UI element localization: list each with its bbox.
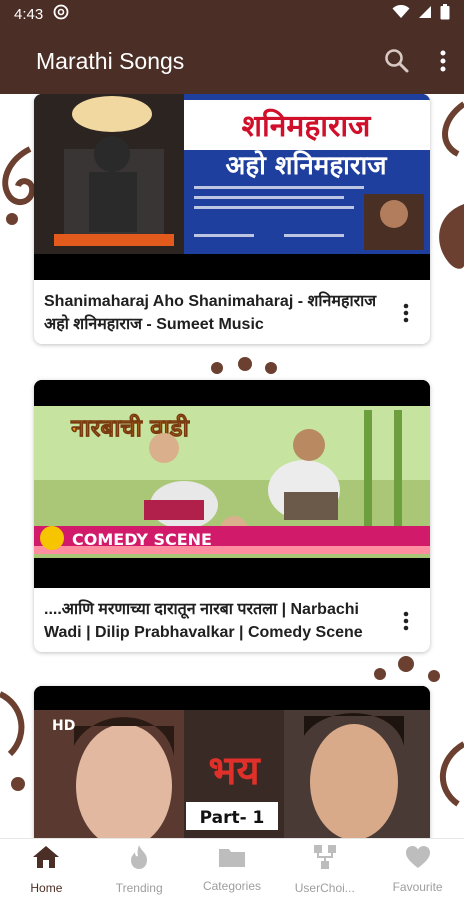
search-icon[interactable] xyxy=(384,48,410,74)
video-title: Shanimaharaj Aho Shanimaharaj - शनिमहारा… xyxy=(44,293,377,333)
hd-badge: HD xyxy=(52,718,75,734)
thumb-part: Part- 1 xyxy=(200,808,265,828)
nav-trending-label: Trending xyxy=(115,881,163,895)
folder-icon xyxy=(218,846,246,873)
nav-categories[interactable]: Categories xyxy=(186,839,279,900)
bottom-navigation: Home Trending Categories UserChoi... Fav… xyxy=(0,838,464,900)
thumb-title-line2: अहो शनिमहाराज xyxy=(225,150,388,181)
decorative-pattern xyxy=(0,691,25,791)
wifi-icon xyxy=(392,4,410,23)
nav-home-label: Home xyxy=(30,881,63,895)
fire-icon xyxy=(127,844,151,875)
video-card[interactable]: शनिमहाराज अहो शनिमहाराज Shanimaharaj Aho… xyxy=(34,94,430,344)
decorative-pattern xyxy=(439,101,464,269)
video-thumbnail[interactable]: HD भय Part- 1 xyxy=(34,686,430,838)
status-bar: 4:43 xyxy=(0,0,464,28)
overflow-menu-icon[interactable] xyxy=(440,50,446,72)
thumb-title: भय xyxy=(208,748,261,794)
nav-categories-label: Categories xyxy=(202,879,261,893)
decorative-pattern xyxy=(440,741,464,807)
nav-userchoice[interactable]: UserChoi... xyxy=(278,839,371,900)
battery-icon xyxy=(440,4,450,24)
thumb-title-line1: शनिमहाराज xyxy=(242,108,372,144)
nav-favourite[interactable]: Favourite xyxy=(371,839,464,900)
video-list[interactable]: शनिमहाराज अहो शनिमहाराज Shanimaharaj Aho… xyxy=(0,94,464,838)
decorative-pattern xyxy=(211,357,277,374)
more-options-icon[interactable] xyxy=(394,290,418,336)
home-icon xyxy=(32,844,60,875)
status-time: 4:43 xyxy=(14,5,44,23)
more-options-icon[interactable] xyxy=(394,598,418,644)
video-title: ....आणि मरणाच्या दारातून नारबा परतला | N… xyxy=(44,601,363,641)
nav-favourite-label: Favourite xyxy=(392,880,443,894)
video-card[interactable]: HD भय Part- 1 xyxy=(34,686,430,838)
nav-home[interactable]: Home xyxy=(0,839,93,900)
app-bar: Marathi Songs xyxy=(0,28,464,94)
thumb-badge: COMEDY SCENE xyxy=(72,530,212,549)
video-thumbnail[interactable]: नारबाची वाडी COMEDY SCENE xyxy=(34,380,430,588)
signal-icon xyxy=(418,5,432,23)
notification-icon xyxy=(53,4,69,24)
heart-icon xyxy=(405,845,431,874)
video-card[interactable]: नारबाची वाडी COMEDY SCENE ....आणि मरणाच्… xyxy=(34,380,430,652)
app-title: Marathi Songs xyxy=(36,47,185,74)
nav-userchoice-label: UserChoi... xyxy=(294,881,355,895)
network-icon xyxy=(312,844,338,875)
video-thumbnail[interactable]: शनिमहाराज अहो शनिमहाराज xyxy=(34,94,430,280)
nav-trending[interactable]: Trending xyxy=(93,839,186,900)
